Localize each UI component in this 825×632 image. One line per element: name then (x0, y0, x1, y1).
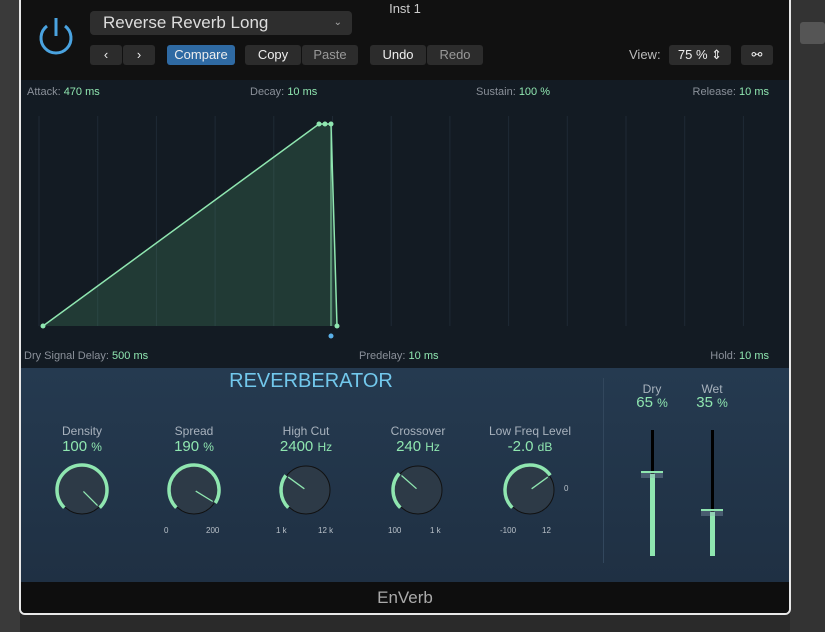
envelope-handle (316, 121, 322, 127)
compare-button[interactable]: Compare (167, 45, 235, 65)
view-label: View: (629, 47, 661, 62)
envelope-handle (328, 121, 334, 127)
view-zoom-select[interactable]: 75 % ⇕ (669, 45, 731, 65)
copy-button[interactable]: Copy (245, 45, 301, 65)
fader-fill (710, 511, 715, 556)
scale-mid: 0 (564, 484, 569, 493)
knob-density[interactable]: Density 100 % (32, 424, 132, 515)
plugin-window: Reverse Reverb Long ⌄ ‹ › Compare Copy Pa… (19, 0, 791, 615)
plugin-name: EnVerb (21, 582, 789, 613)
knob-dial[interactable] (144, 424, 244, 524)
envelope-handle (322, 121, 328, 127)
window-title: Inst 1 (389, 1, 421, 16)
link-icon[interactable]: ⚯ (741, 45, 773, 65)
view-value: 75 % (677, 47, 708, 62)
section-title: REVERBERATOR (229, 370, 393, 392)
scale-min: -100 (500, 526, 517, 535)
fader-fill (650, 474, 655, 556)
redo-button[interactable]: Redo (427, 45, 483, 65)
scale-min: 1 k (276, 526, 287, 535)
background-left (0, 0, 20, 632)
predelay-handle (328, 333, 334, 339)
knob-dial[interactable] (256, 424, 356, 524)
envelope-graph[interactable] (21, 80, 791, 368)
next-preset-button[interactable]: › (123, 45, 155, 65)
knob-crossover[interactable]: Crossover 240 Hz 100 1 k (368, 424, 468, 535)
envelope-editor[interactable]: Attack: 470 ms Decay: 10 ms Sustain: 100… (21, 80, 789, 368)
paste-button[interactable]: Paste (302, 45, 358, 65)
knob-spread[interactable]: Spread 190 % 0 200 (144, 424, 244, 535)
knob-dial[interactable] (32, 424, 132, 524)
preset-name: Reverse Reverb Long (103, 13, 269, 32)
scale-min: 0 (164, 526, 169, 535)
scale-max: 12 k (318, 526, 334, 535)
undo-button[interactable]: Undo (370, 45, 426, 65)
knob-dial[interactable] (368, 424, 468, 524)
scale-max: 200 (206, 526, 220, 535)
previous-preset-button[interactable]: ‹ (90, 45, 122, 65)
envelope-fill (43, 124, 337, 326)
reverberator-panel: REVERBERATOR Density 100 % Spread 190 % 0 200… (21, 368, 789, 582)
envelope-handle (334, 323, 340, 329)
fader-handle[interactable] (641, 471, 663, 479)
fader-dry[interactable]: Dry 65 % (627, 382, 677, 556)
fader-handle[interactable] (701, 508, 723, 516)
fader-value: 65 % (636, 394, 668, 411)
waveform-button[interactable] (800, 22, 825, 44)
divider (603, 378, 604, 563)
fader-value: 35 % (696, 394, 728, 411)
power-icon[interactable] (37, 16, 75, 56)
scale-max: 1 k (430, 526, 441, 535)
scale-max: 12 (542, 526, 551, 535)
knob-dial[interactable] (480, 424, 580, 524)
knob-low-freq-level[interactable]: Low Freq Level -2.0 dB -100 12 0 (480, 424, 580, 535)
knob-high-cut[interactable]: High Cut 2400 Hz 1 k 12 k (256, 424, 356, 535)
envelope-handle (40, 323, 46, 329)
scale-min: 100 (388, 526, 402, 535)
background-right (790, 0, 825, 632)
fader-wet[interactable]: Wet 35 % (687, 382, 737, 556)
